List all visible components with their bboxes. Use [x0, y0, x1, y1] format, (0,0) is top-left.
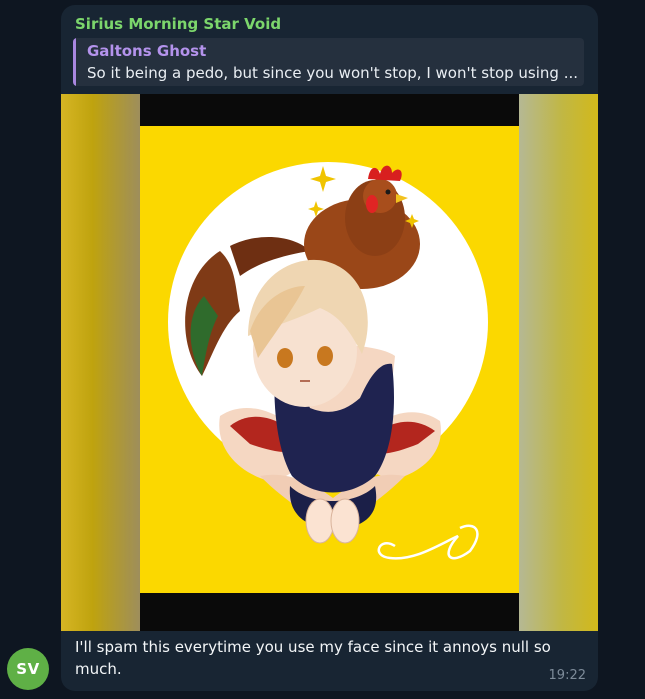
reply-preview[interactable]: Galtons Ghost So it being a pedo, but si…: [73, 38, 584, 86]
message-text: I'll spam this everytime you use my face…: [75, 638, 551, 678]
media-image[interactable]: [61, 94, 598, 631]
sender-name[interactable]: Sirius Morning Star Void: [75, 15, 281, 33]
reply-accent-bar: [73, 38, 76, 86]
reply-text: So it being a pedo, but since you won't …: [87, 64, 579, 82]
reply-author: Galtons Ghost: [87, 42, 207, 60]
media-blur-right: [519, 94, 598, 631]
message-bubble[interactable]: Sirius Morning Star Void Galtons Ghost S…: [61, 5, 598, 691]
media-frame: [140, 94, 519, 631]
avatar-initials: SV: [16, 660, 40, 678]
artwork-illustration: [140, 126, 519, 593]
chat-view: SV Sirius Morning Star Void Galtons Ghos…: [0, 0, 645, 699]
media-blur-left: [61, 94, 140, 631]
message-time: 19:22: [548, 668, 586, 683]
media-artwork: [140, 126, 519, 593]
avatar[interactable]: SV: [7, 648, 49, 690]
